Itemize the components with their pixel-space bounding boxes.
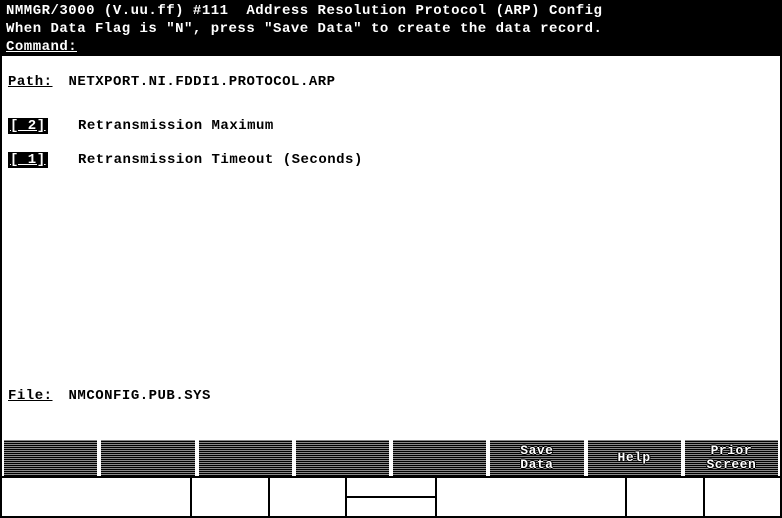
path-row: Path: NETXPORT.NI.FDDI1.PROTOCOL.ARP	[8, 74, 774, 90]
hint-bar: When Data Flag is "N", press "Save Data"…	[2, 20, 780, 38]
retrans-max-label: Retransmission Maximum	[78, 118, 274, 134]
field-retrans-timeout: [ 1] Retransmission Timeout (Seconds)	[8, 152, 774, 168]
file-label: File:	[8, 388, 53, 404]
status-cell-7	[705, 478, 780, 516]
status-cell-4-top	[347, 478, 435, 498]
data-flag: Data: N	[678, 2, 776, 20]
retrans-timeout-label: Retransmission Timeout (Seconds)	[78, 152, 363, 168]
status-cell-6	[627, 478, 704, 516]
path-label: Path:	[8, 74, 53, 90]
fnkey-f6-save-data[interactable]: SaveData	[490, 440, 583, 476]
file-value: NMCONFIG.PUB.SYS	[69, 388, 211, 404]
status-cell-4-bottom	[347, 498, 435, 516]
terminal-screen: NMMGR/3000 (V.uu.ff) #111 Address Resolu…	[0, 0, 782, 518]
retrans-max-input[interactable]: [ 2]	[8, 118, 48, 134]
function-key-row: SaveData Help PriorScreen	[2, 440, 780, 476]
status-cell-2	[192, 478, 269, 516]
fnkey-f8-prior-screen[interactable]: PriorScreen	[685, 440, 778, 476]
retrans-timeout-input[interactable]: [ 1]	[8, 152, 48, 168]
path-value: NETXPORT.NI.FDDI1.PROTOCOL.ARP	[69, 74, 336, 90]
content-area: Path: NETXPORT.NI.FDDI1.PROTOCOL.ARP [ 2…	[2, 56, 780, 440]
fnkey-f4[interactable]	[296, 440, 389, 476]
status-cell-5	[437, 478, 627, 516]
fnkey-f5[interactable]	[393, 440, 486, 476]
command-bar: Command:	[2, 38, 780, 56]
fnkey-f7-help[interactable]: Help	[588, 440, 681, 476]
status-row	[2, 476, 780, 516]
title-bar: NMMGR/3000 (V.uu.ff) #111 Address Resolu…	[2, 2, 780, 20]
status-cell-4	[347, 478, 437, 516]
command-label: Command:	[6, 38, 77, 56]
field-retrans-max: [ 2] Retransmission Maximum	[8, 118, 774, 134]
fnkey-f1[interactable]	[4, 440, 97, 476]
command-input[interactable]	[77, 38, 776, 56]
screen-title: NMMGR/3000 (V.uu.ff) #111 Address Resolu…	[6, 2, 678, 20]
status-cell-1	[2, 478, 192, 516]
fnkey-f2[interactable]	[101, 440, 194, 476]
fnkey-f3[interactable]	[199, 440, 292, 476]
file-row: File: NMCONFIG.PUB.SYS	[8, 388, 774, 404]
status-cell-3	[270, 478, 347, 516]
